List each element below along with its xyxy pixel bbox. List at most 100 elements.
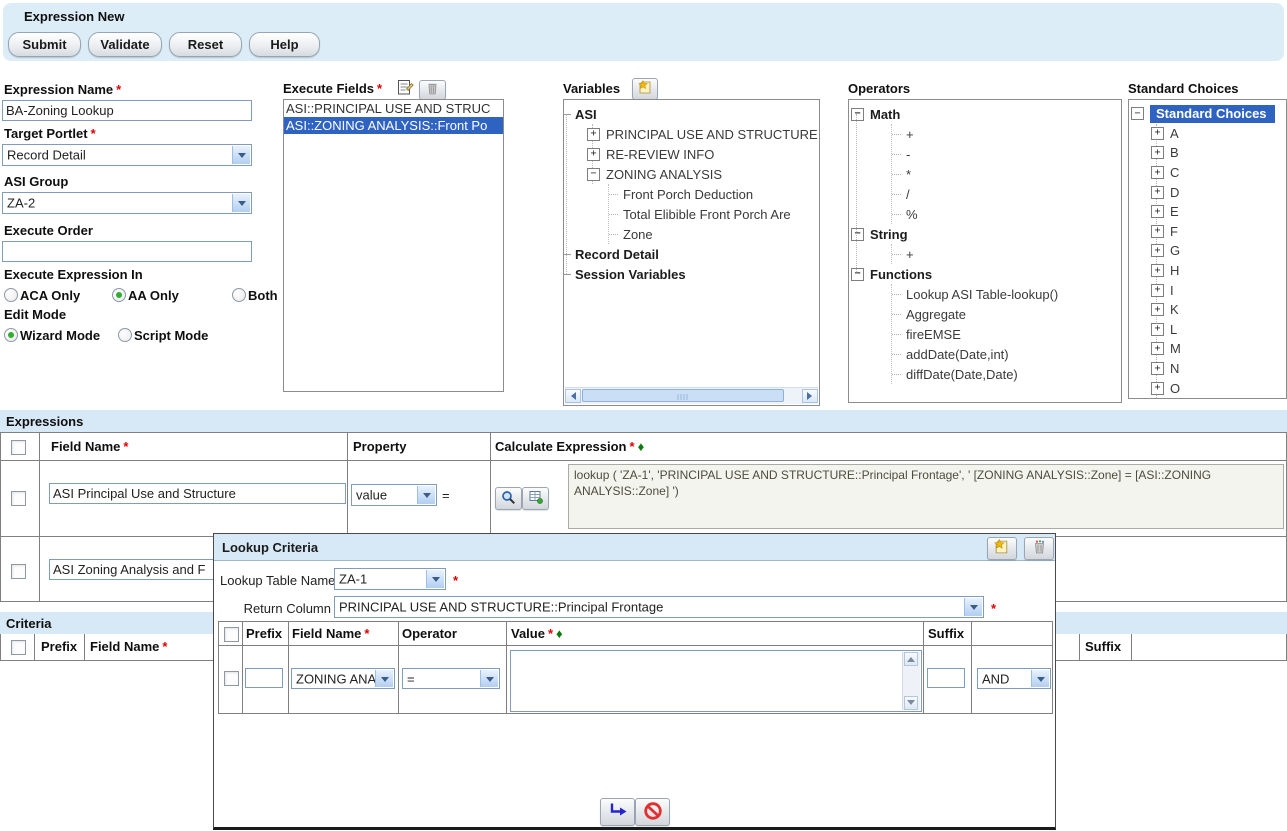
reset-button[interactable]: Reset: [169, 32, 242, 57]
prefix-input[interactable]: [245, 668, 283, 688]
validate-button[interactable]: Validate: [88, 32, 162, 57]
tree-node-total-elibible[interactable]: Total Elibible Front Porch Are: [609, 204, 819, 224]
tree-node-asi[interactable]: ASI: [564, 104, 819, 124]
tree-node-zoning-analysis[interactable]: ZONING ANALYSIS: [587, 164, 819, 184]
collapse-icon[interactable]: [1131, 107, 1144, 120]
select-all-checkbox[interactable]: [224, 627, 239, 642]
new-variable-button[interactable]: [632, 78, 658, 100]
collapse-icon[interactable]: [851, 268, 864, 281]
expand-icon[interactable]: [1151, 205, 1164, 218]
tree-node-diffdate[interactable]: diffDate(Date,Date): [892, 364, 1121, 384]
calculate-expression-box[interactable]: lookup ( 'ZA-1', 'PRINCIPAL USE AND STRU…: [568, 464, 1284, 529]
chevron-down-icon[interactable]: [375, 670, 393, 687]
expand-icon[interactable]: [587, 128, 600, 141]
expand-icon[interactable]: [1151, 186, 1164, 199]
chevron-down-icon[interactable]: [232, 194, 250, 212]
chevron-down-icon[interactable]: [964, 598, 982, 616]
tree-node-math[interactable]: Math: [849, 104, 1121, 124]
tree-node-choice-f[interactable]: F: [1151, 222, 1286, 242]
scroll-up-button[interactable]: [904, 652, 918, 666]
execute-fields-listbox[interactable]: ASI::PRINCIPAL USE AND STRUC ASI::ZONING…: [283, 99, 504, 392]
lookup-table-name-select[interactable]: ZA-1: [334, 568, 446, 590]
expand-icon[interactable]: [1151, 244, 1164, 257]
radio-aca-only[interactable]: [4, 288, 18, 302]
expand-icon[interactable]: [1151, 225, 1164, 238]
tree-node-op-plus[interactable]: +: [892, 124, 1121, 144]
expand-icon[interactable]: [1151, 284, 1164, 297]
collapse-icon[interactable]: [851, 228, 864, 241]
property-select[interactable]: value: [351, 484, 437, 506]
field-name-input[interactable]: [49, 483, 346, 504]
chevron-down-icon[interactable]: [417, 486, 435, 504]
expression-name-input[interactable]: [2, 100, 252, 121]
tree-node-choice-o[interactable]: O: [1151, 378, 1286, 398]
execute-order-input[interactable]: [2, 241, 252, 262]
tree-node-standard-choices-root[interactable]: Standard Choices: [1129, 104, 1286, 124]
tree-node-choice-m[interactable]: M: [1151, 339, 1286, 359]
tree-node-op-modulo[interactable]: %: [892, 204, 1121, 224]
tree-node-functions[interactable]: Functions: [849, 264, 1121, 284]
radio-aa-only[interactable]: [112, 288, 126, 302]
expand-icon[interactable]: [1151, 166, 1164, 179]
row-checkbox[interactable]: [11, 564, 26, 579]
table-lookup-button[interactable]: [522, 487, 549, 510]
tree-node-lookup-asi-table[interactable]: Lookup ASI Table-lookup(): [892, 284, 1121, 304]
tree-node-zone[interactable]: Zone: [609, 224, 819, 244]
expand-icon[interactable]: [1151, 303, 1164, 316]
tree-node-choice-b[interactable]: B: [1151, 143, 1286, 163]
tree-node-op-minus[interactable]: -: [892, 144, 1121, 164]
expand-icon[interactable]: [1151, 146, 1164, 159]
radio-script-mode[interactable]: [118, 328, 132, 342]
list-item-selected[interactable]: ASI::ZONING ANALYSIS::Front Po: [284, 117, 503, 134]
tree-node-front-porch-deduction[interactable]: Front Porch Deduction: [609, 184, 819, 204]
tree-node-choice-k[interactable]: K: [1151, 300, 1286, 320]
expand-icon[interactable]: [1151, 342, 1164, 355]
chevron-down-icon[interactable]: [480, 670, 498, 687]
expand-icon[interactable]: [1151, 382, 1164, 395]
target-portlet-select[interactable]: Record Detail: [2, 144, 252, 166]
tree-node-choice-l[interactable]: L: [1151, 320, 1286, 340]
delete-criteria-button[interactable]: [1024, 537, 1054, 560]
radio-wizard-mode[interactable]: [4, 328, 18, 342]
scroll-left-button[interactable]: [565, 389, 581, 403]
tree-node-choice-a[interactable]: A: [1151, 124, 1286, 144]
select-fields-icon[interactable]: [397, 79, 414, 99]
scroll-down-button[interactable]: [904, 696, 918, 710]
criteria-field-name-select[interactable]: ZONING ANALY: [291, 668, 395, 689]
row-checkbox[interactable]: [11, 491, 26, 506]
help-button[interactable]: Help: [249, 32, 320, 57]
tree-node-choice-i[interactable]: I: [1151, 280, 1286, 300]
tree-node-principal-use[interactable]: PRINCIPAL USE AND STRUCTURE: [587, 124, 819, 144]
tree-node-choice-e[interactable]: E: [1151, 202, 1286, 222]
tree-node-choice-n[interactable]: N: [1151, 359, 1286, 379]
collapse-icon[interactable]: [851, 108, 864, 121]
tree-node-choice-c[interactable]: C: [1151, 163, 1286, 183]
tree-node-session-variables[interactable]: Session Variables: [564, 264, 819, 284]
tree-node-re-review-info[interactable]: RE-REVIEW INFO: [587, 144, 819, 164]
submit-criteria-button[interactable]: [600, 798, 635, 826]
tree-node-adddate[interactable]: addDate(Date,int): [892, 344, 1121, 364]
horizontal-scrollbar[interactable]: [565, 387, 818, 404]
asi-group-select[interactable]: ZA-2: [2, 192, 252, 214]
expand-icon[interactable]: [1151, 127, 1164, 140]
chevron-down-icon[interactable]: [232, 146, 250, 164]
criteria-value-textarea[interactable]: [510, 650, 922, 712]
return-column-select[interactable]: PRINCIPAL USE AND STRUCTURE::Principal F…: [334, 596, 984, 618]
tree-node-record-detail[interactable]: Record Detail: [564, 244, 819, 264]
logic-operator-select[interactable]: AND: [977, 668, 1051, 689]
tree-node-string[interactable]: String: [849, 224, 1121, 244]
tree-node-string-concat[interactable]: +: [892, 244, 1121, 264]
tree-node-op-divide[interactable]: /: [892, 184, 1121, 204]
list-item[interactable]: ASI::PRINCIPAL USE AND STRUC: [284, 100, 503, 117]
tree-node-choice-d[interactable]: D: [1151, 182, 1286, 202]
tree-node-choice-h[interactable]: H: [1151, 261, 1286, 281]
expand-icon[interactable]: [587, 148, 600, 161]
tree-node-op-multiply[interactable]: *: [892, 164, 1121, 184]
tree-node-fireemse[interactable]: fireEMSE: [892, 324, 1121, 344]
vertical-scrollbar[interactable]: [902, 652, 920, 710]
chevron-down-icon[interactable]: [1031, 670, 1049, 687]
chevron-down-icon[interactable]: [426, 570, 444, 588]
collapse-icon[interactable]: [587, 168, 600, 181]
select-all-checkbox[interactable]: [11, 440, 26, 455]
add-criteria-button[interactable]: [987, 537, 1017, 560]
